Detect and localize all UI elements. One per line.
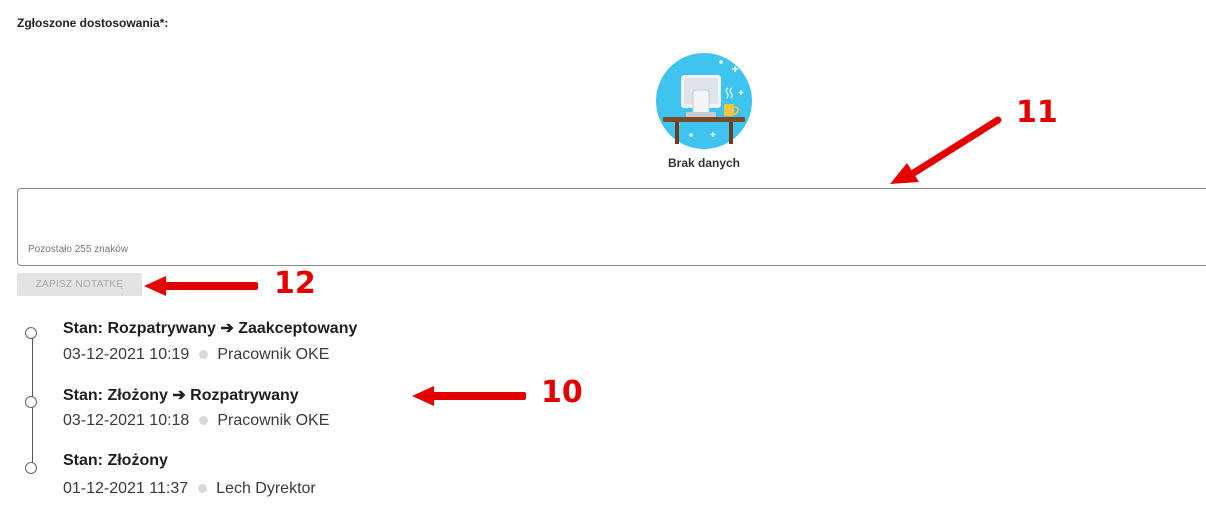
annotation-arrows xyxy=(144,116,1002,406)
annotation-label-10: 10 xyxy=(541,375,583,410)
annotation-label-11: 11 xyxy=(1016,95,1058,130)
annotation-label-12: 12 xyxy=(274,266,316,301)
annotation-arrow-11 xyxy=(890,116,1002,184)
annotation-arrow-10 xyxy=(412,386,526,406)
annotation-arrow-12 xyxy=(144,276,258,296)
